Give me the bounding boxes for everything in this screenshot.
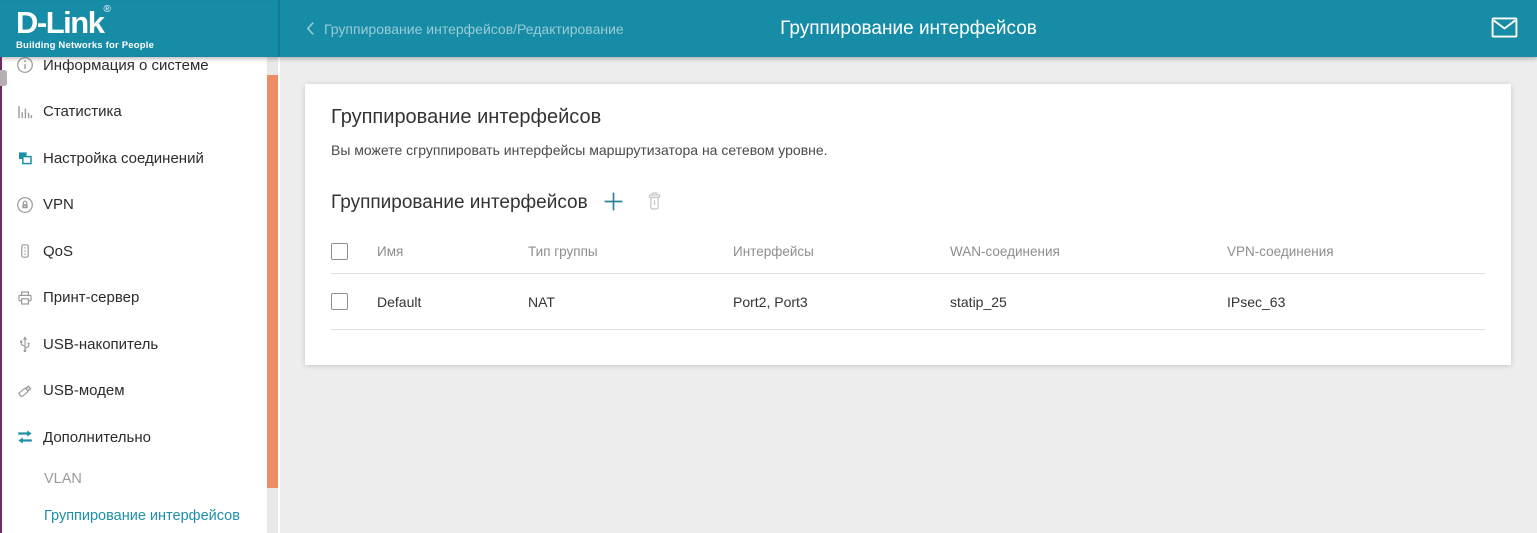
row-checkbox[interactable] bbox=[331, 293, 348, 310]
qos-icon bbox=[16, 242, 34, 260]
sidebar-item-label: VPN bbox=[43, 196, 74, 213]
lock-circle-icon bbox=[16, 196, 34, 214]
sidebar-item-connection-setup[interactable]: Настройка соединений bbox=[0, 135, 280, 182]
section-title: Группирование интерфейсов bbox=[331, 192, 588, 214]
sidebar-subitem-vlan[interactable]: VLAN bbox=[0, 461, 280, 498]
sidebar-item-label: Принт-сервер bbox=[43, 289, 139, 306]
sidebar-scrollbar-track[interactable] bbox=[267, 57, 278, 533]
sidebar-item-vpn[interactable]: VPN bbox=[0, 182, 280, 229]
brand-text: D-Link bbox=[16, 5, 103, 40]
column-header-interfaces: Интерфейсы bbox=[733, 244, 950, 259]
brand-tagline: Building Networks for People bbox=[16, 40, 280, 51]
sidebar-item-usb-storage[interactable]: USB-накопитель bbox=[0, 321, 280, 368]
plus-icon bbox=[602, 190, 625, 216]
card-title: Группирование интерфейсов bbox=[331, 105, 1485, 129]
column-header-wan-connections: WAN-соединения bbox=[950, 244, 1227, 259]
select-all-checkbox[interactable] bbox=[331, 243, 348, 260]
add-group-button[interactable] bbox=[602, 190, 625, 216]
bar-chart-icon bbox=[16, 103, 34, 121]
main-content-area: Группирование интерфейсов Вы можете сгру… bbox=[280, 57, 1537, 533]
info-circle-icon bbox=[16, 57, 34, 74]
breadcrumb-back-link[interactable]: Группирование интерфейсов/Редактирование bbox=[300, 0, 630, 57]
sidebar-scrollbar-thumb[interactable] bbox=[267, 75, 278, 488]
router-admin-app: D-Link® Building Networks for People Гру… bbox=[0, 0, 1537, 533]
sidebar-item-label: Информация о системе bbox=[43, 57, 209, 74]
sidebar-item-label: Настройка соединений bbox=[43, 150, 204, 167]
top-header-bar: D-Link® Building Networks for People Гру… bbox=[0, 0, 1537, 57]
arrows-exchange-icon bbox=[16, 428, 34, 446]
card-description: Вы можете сгруппировать интерфейсы маршр… bbox=[331, 142, 1485, 159]
edge-pull-tab[interactable] bbox=[0, 70, 7, 86]
table-row[interactable]: Default NAT Port2, Port3 statip_25 IPsec… bbox=[331, 274, 1485, 330]
sidebar-item-print-server[interactable]: Принт-сервер bbox=[0, 275, 280, 322]
cell-interfaces: Port2, Port3 bbox=[733, 294, 950, 310]
left-edge-strip bbox=[0, 57, 2, 533]
sidebar-subitem-label: VLAN bbox=[44, 471, 82, 487]
registered-mark: ® bbox=[103, 4, 110, 15]
sidebar-item-statistics[interactable]: Статистика bbox=[0, 89, 280, 136]
select-all-cell bbox=[331, 243, 377, 260]
row-select-cell bbox=[331, 293, 377, 310]
cell-name: Default bbox=[377, 294, 528, 310]
brand-name: D-Link® bbox=[16, 7, 280, 38]
sidebar: Информация о системе Статистика Нас bbox=[0, 57, 280, 533]
sidebar-item-label: USB-накопитель bbox=[43, 336, 158, 353]
usb-drive-icon bbox=[16, 382, 34, 400]
connections-icon bbox=[16, 149, 34, 167]
sidebar-subitem-interface-grouping[interactable]: Группирование интерфейсов bbox=[0, 498, 280, 533]
sidebar-subitem-label: Группирование интерфейсов bbox=[44, 508, 240, 524]
sidebar-item-label: USB-модем bbox=[43, 382, 125, 399]
table-section-header: Группирование интерфейсов bbox=[331, 190, 1485, 216]
header-main-area: Группирование интерфейсов/Редактирование… bbox=[280, 0, 1537, 57]
cell-group-type: NAT bbox=[528, 294, 733, 310]
interface-grouping-card: Группирование интерфейсов Вы можете сгру… bbox=[305, 84, 1511, 365]
column-header-name: Имя bbox=[377, 244, 528, 259]
column-header-group-type: Тип группы bbox=[528, 244, 733, 259]
usb-icon bbox=[16, 335, 34, 353]
mail-button[interactable] bbox=[1489, 15, 1520, 43]
envelope-icon bbox=[1491, 17, 1518, 41]
sidebar-item-advanced[interactable]: Дополнительно bbox=[0, 414, 280, 461]
printer-icon bbox=[16, 289, 34, 307]
sidebar-item-label: QoS bbox=[43, 243, 73, 260]
sidebar-item-system-info[interactable]: Информация о системе bbox=[0, 57, 280, 89]
sidebar-item-label: Дополнительно bbox=[43, 429, 151, 446]
dlink-logo: D-Link® Building Networks for People bbox=[0, 0, 280, 57]
cell-vpn-connections: IPsec_63 bbox=[1227, 294, 1485, 310]
chevron-left-icon bbox=[306, 21, 315, 36]
sidebar-item-label: Статистика bbox=[43, 103, 122, 120]
table-header-row: Имя Тип группы Интерфейсы WAN-соединения… bbox=[331, 230, 1485, 274]
trash-icon bbox=[645, 191, 664, 215]
column-header-vpn-connections: VPN-соединения bbox=[1227, 244, 1485, 259]
sidebar-item-qos[interactable]: QoS bbox=[0, 228, 280, 275]
sidebar-item-usb-modem[interactable]: USB-модем bbox=[0, 368, 280, 415]
delete-group-button[interactable] bbox=[645, 191, 664, 215]
cell-wan-connections: statip_25 bbox=[950, 294, 1227, 310]
breadcrumb-label: Группирование интерфейсов/Редактирование bbox=[324, 21, 624, 37]
sidebar-menu: Информация о системе Статистика Нас bbox=[0, 57, 280, 533]
